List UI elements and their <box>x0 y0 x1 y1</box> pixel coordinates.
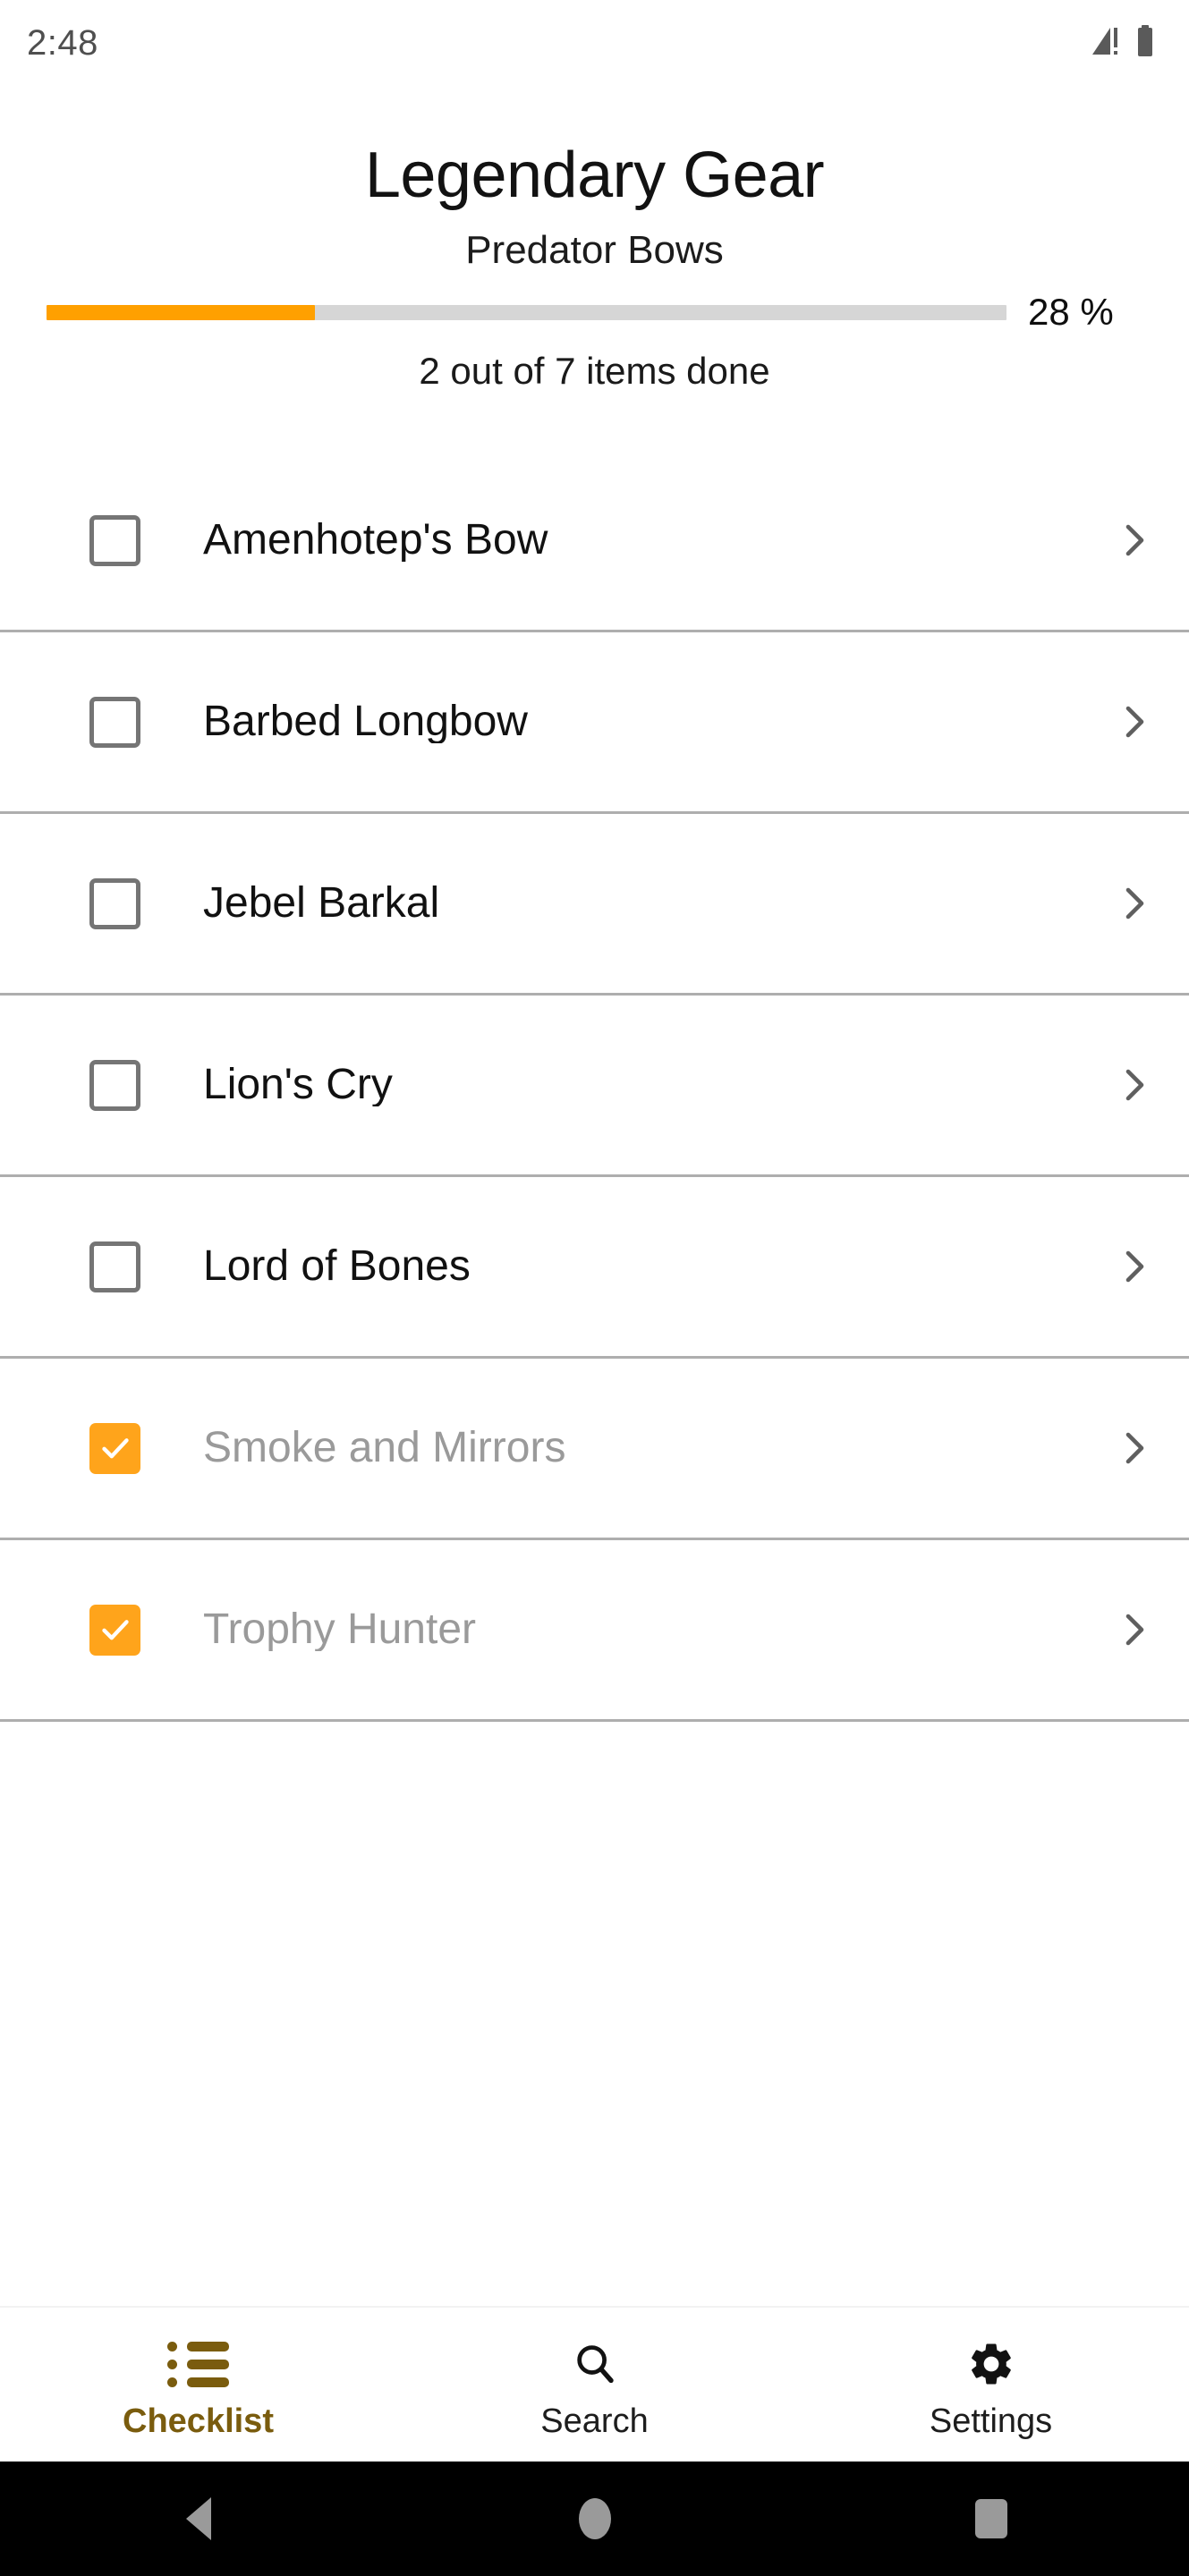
nav-tab-checklist[interactable]: Checklist <box>0 2308 396 2462</box>
page-title: Legendary Gear <box>364 140 825 211</box>
progress-caption: 2 out of 7 items done <box>419 350 770 392</box>
chevron-right-icon[interactable] <box>1112 882 1155 925</box>
check-icon <box>101 1438 129 1459</box>
status-bar: 2:48 <box>0 0 1189 86</box>
chevron-right-icon[interactable] <box>1112 1245 1155 1288</box>
nav-tab-settings-label: Settings <box>929 2402 1053 2440</box>
system-recents-button[interactable] <box>793 2499 1189 2538</box>
square-recents-icon <box>974 2499 1007 2538</box>
progress-bar <box>47 304 1006 320</box>
chevron-right-icon[interactable] <box>1112 1427 1155 1470</box>
app-screen: 2:48 Legendary Gear Predator Bows 28 % 2… <box>0 0 1189 2576</box>
checklist-item-label: Barbed Longbow <box>203 700 528 743</box>
list-icon <box>167 2338 229 2390</box>
search-icon <box>571 2338 619 2390</box>
bottom-navigation: Checklist Search Settings <box>0 2306 1189 2462</box>
check-icon <box>101 1620 129 1640</box>
nav-tab-search-label: Search <box>540 2402 649 2440</box>
checklist-item[interactable]: Trophy Hunter <box>0 1540 1189 1722</box>
checklist-item[interactable]: Barbed Longbow <box>0 632 1189 814</box>
checkbox-unchecked[interactable] <box>89 696 140 748</box>
checklist-item-label: Lord of Bones <box>203 1245 471 1288</box>
checkbox-checked[interactable] <box>89 1604 140 1656</box>
checklist-item[interactable]: Lord of Bones <box>0 1177 1189 1359</box>
checklist-item-label: Jebel Barkal <box>203 882 440 925</box>
nav-tab-settings[interactable]: Settings <box>793 2308 1189 2462</box>
checklist-item-label: Smoke and Mirrors <box>203 1427 566 1470</box>
chevron-right-icon[interactable] <box>1112 1063 1155 1106</box>
progress-bar-fill <box>47 304 316 320</box>
checkbox-unchecked[interactable] <box>89 1059 140 1111</box>
checklist-list: Amenhotep's Bow Barbed Longbow Jebel Barka… <box>0 451 1189 2306</box>
chevron-right-icon[interactable] <box>1112 700 1155 743</box>
checklist-item[interactable]: Smoke and Mirrors <box>0 1359 1189 1540</box>
checklist-item[interactable]: Jebel Barkal <box>0 814 1189 996</box>
battery-full-icon <box>1135 24 1155 62</box>
checkbox-unchecked[interactable] <box>89 1241 140 1292</box>
status-bar-indicators <box>1091 24 1155 62</box>
page-subtitle: Predator Bows <box>465 228 724 272</box>
progress-percent-label: 28 % <box>1028 291 1114 333</box>
status-bar-clock: 2:48 <box>27 23 98 63</box>
checkbox-unchecked[interactable] <box>89 877 140 929</box>
triangle-back-icon <box>185 2497 211 2540</box>
checklist-item[interactable]: Amenhotep's Bow <box>0 451 1189 632</box>
gear-icon <box>966 2338 1016 2390</box>
system-back-button[interactable] <box>0 2497 396 2540</box>
circle-home-icon <box>578 2498 611 2539</box>
chevron-right-icon[interactable] <box>1112 519 1155 562</box>
system-navigation-bar <box>0 2462 1189 2576</box>
checklist-item-label: Lion's Cry <box>203 1063 393 1106</box>
nav-tab-checklist-label: Checklist <box>123 2402 274 2440</box>
nav-tab-search[interactable]: Search <box>396 2308 793 2462</box>
system-home-button[interactable] <box>396 2498 793 2539</box>
checkbox-checked[interactable] <box>89 1422 140 1474</box>
signal-bars-icon <box>1091 26 1123 61</box>
checkbox-unchecked[interactable] <box>89 514 140 566</box>
page-header: Legendary Gear Predator Bows 28 % 2 out … <box>0 86 1189 390</box>
progress-row: 28 % <box>0 293 1189 331</box>
checklist-item-label: Amenhotep's Bow <box>203 519 548 562</box>
chevron-right-icon[interactable] <box>1112 1608 1155 1651</box>
checklist-item-label: Trophy Hunter <box>203 1608 477 1651</box>
checklist-item[interactable]: Lion's Cry <box>0 996 1189 1177</box>
